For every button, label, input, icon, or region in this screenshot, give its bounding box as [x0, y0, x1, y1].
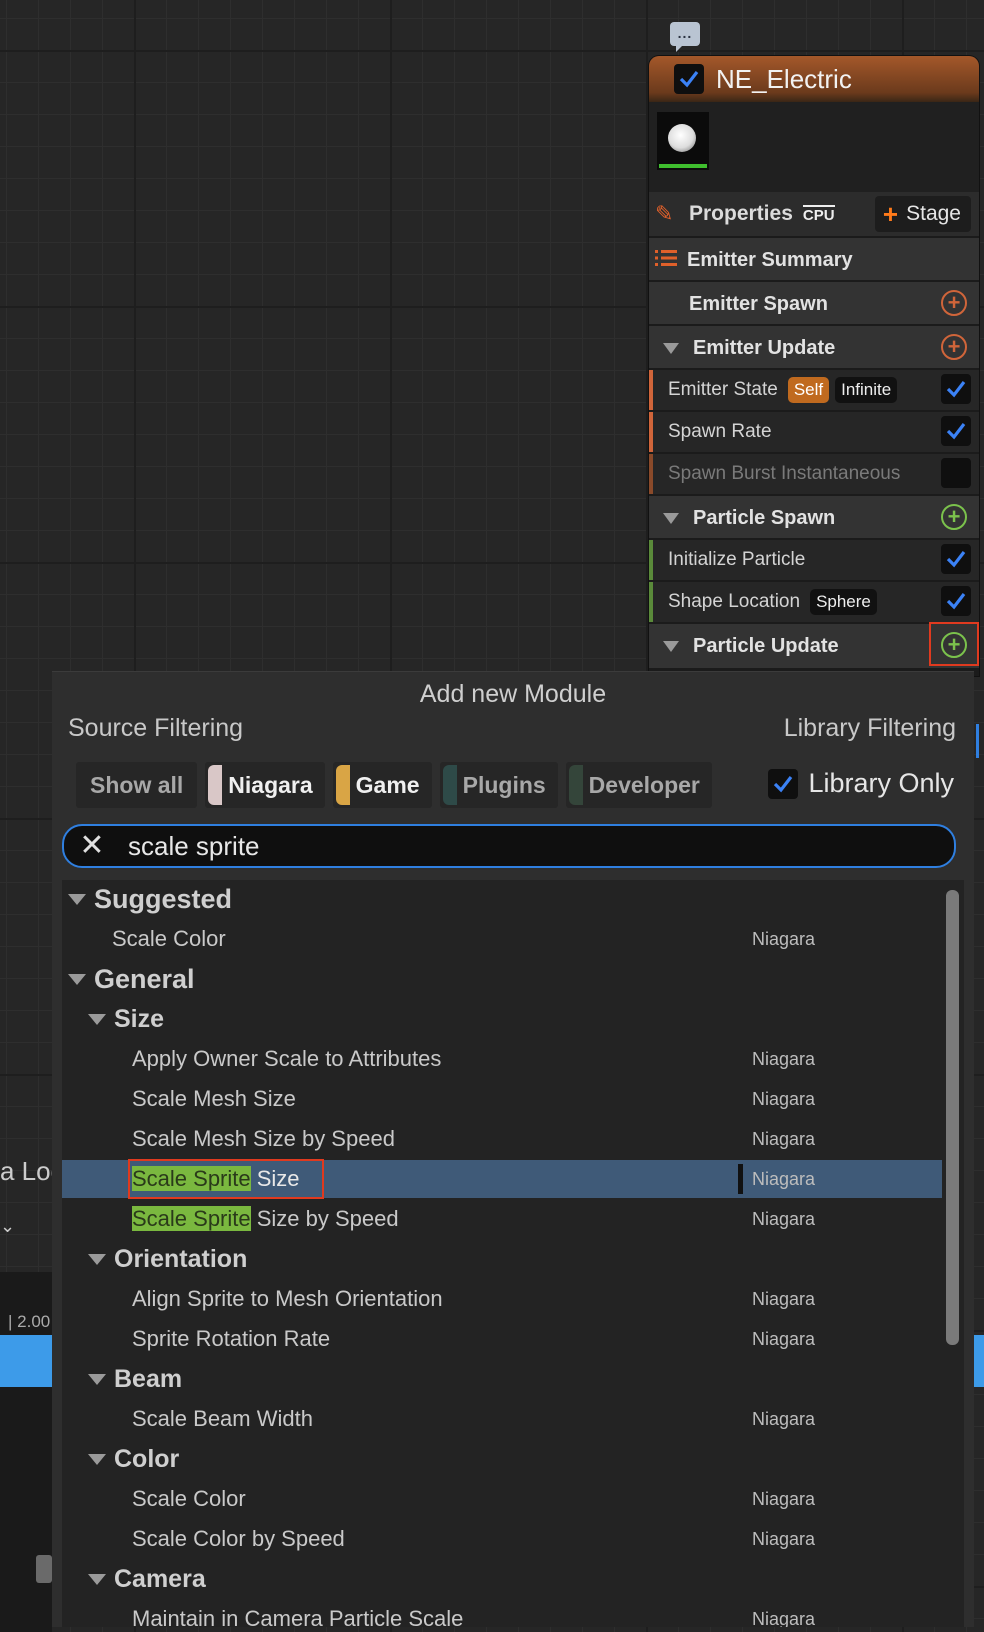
list-item[interactable]: Scale Beam Width Niagara [62, 1400, 942, 1438]
list-item[interactable]: Align Sprite to Mesh Orientation Niagara [62, 1280, 942, 1318]
source-filtering-label: Source Filtering [68, 714, 244, 742]
collapse-triangle-icon[interactable] [88, 1013, 106, 1025]
timeline-marker: | 2.00 [8, 1312, 51, 1331]
list-item[interactable]: Scale Color by Speed Niagara [62, 1520, 942, 1558]
collapse-triangle-icon[interactable] [88, 1373, 106, 1385]
source-filter-chips: Show all Niagara Game Plugins Developer [76, 762, 712, 808]
check-icon [946, 381, 966, 398]
module-enable-checkbox[interactable] [941, 586, 971, 616]
add-module-button[interactable]: + [941, 334, 967, 360]
particle-update-section[interactable]: Particle Update + [649, 622, 979, 668]
highlight-box [929, 622, 979, 666]
list-item[interactable]: Scale Mesh Size by Speed Niagara [62, 1120, 942, 1158]
list-item[interactable]: Scale Color Niagara [62, 1480, 942, 1518]
module-spawn-burst[interactable]: Spawn Burst Instantaneous [649, 452, 979, 494]
check-icon [946, 551, 966, 568]
collapse-triangle-icon[interactable] [68, 893, 86, 905]
search-match-highlight: Scale Sprite [132, 1206, 251, 1231]
pencil-icon: ✎ [655, 201, 674, 226]
list-item[interactable]: Scale Mesh Size Niagara [62, 1080, 942, 1118]
collapse-triangle-icon[interactable] [88, 1453, 106, 1465]
emitter-update-section[interactable]: Emitter Update + [649, 324, 979, 370]
check-icon [946, 593, 966, 610]
list-item[interactable]: Maintain in Camera Particle Scale Niagar… [62, 1600, 942, 1627]
list-item[interactable]: Scale Sprite Size by Speed Niagara [62, 1200, 942, 1238]
list-item[interactable]: Apply Owner Scale to Attributes Niagara [62, 1040, 942, 1078]
list-item-selected-scale-sprite-size[interactable]: Scale Sprite Size Niagara [62, 1159, 942, 1199]
module-enable-checkbox[interactable] [941, 544, 971, 574]
subcategory-orientation[interactable]: Orientation [62, 1240, 942, 1278]
module-search-box[interactable]: ✕ [62, 824, 956, 868]
timeline-track [0, 1335, 52, 1387]
library-only-toggle[interactable]: Library Only [768, 768, 954, 799]
filter-plugins[interactable]: Plugins [439, 762, 558, 808]
module-emitter-state[interactable]: Emitter State Self Infinite [649, 368, 979, 410]
emitter-header: NE_Electric [649, 56, 979, 102]
background-handle [36, 1555, 52, 1583]
module-list-scrollbar[interactable] [942, 880, 964, 1627]
collapse-triangle-icon[interactable] [663, 640, 679, 652]
self-badge: Self [787, 377, 830, 403]
scrollbar-thumb[interactable] [946, 890, 959, 1345]
module-list: Suggested Scale Color Niagara General Si… [62, 880, 942, 1627]
category-suggested[interactable]: Suggested [62, 880, 942, 918]
subcategory-camera[interactable]: Camera [62, 1560, 942, 1598]
module-shape-location[interactable]: Shape Location Sphere [649, 580, 979, 622]
library-filtering-label: Library Filtering [783, 714, 956, 742]
properties-label: Properties [689, 202, 793, 225]
emitter-spawn-section[interactable]: Emitter Spawn + [649, 280, 979, 326]
clear-search-icon[interactable]: ✕ [64, 831, 120, 861]
show-all-button[interactable]: Show all [76, 762, 198, 808]
emitter-enable-checkbox[interactable] [674, 64, 704, 94]
category-general[interactable]: General [62, 960, 942, 998]
chevron-down-icon: ⌄ [0, 1216, 16, 1236]
particle-spawn-section[interactable]: Particle Spawn + [649, 494, 979, 540]
highlight-box [128, 1159, 324, 1199]
filter-game[interactable]: Game [332, 762, 432, 808]
plus-icon: + [882, 198, 899, 229]
add-module-button[interactable]: + [941, 504, 967, 530]
sprite-preview-icon [668, 124, 696, 152]
module-search-input[interactable] [120, 830, 954, 862]
emitter-title: NE_Electric [716, 63, 852, 94]
collapse-triangle-icon[interactable] [88, 1573, 106, 1585]
subcategory-beam[interactable]: Beam [62, 1360, 942, 1398]
module-enable-checkbox[interactable] [941, 374, 971, 404]
check-icon [774, 775, 793, 792]
emitter-summary-section[interactable]: Emitter Summary [649, 236, 979, 282]
properties-row[interactable]: ✎ Properties CPU + Stage [649, 192, 979, 236]
emitter-node: NE_Electric ✎ Properties CPU + Stage Emi… [649, 56, 979, 676]
add-stage-button[interactable]: + Stage [874, 196, 971, 232]
module-enable-checkbox[interactable] [941, 416, 971, 446]
collapse-triangle-icon[interactable] [663, 342, 679, 354]
add-module-button[interactable]: + [941, 290, 967, 316]
add-module-popup: Add new Module Source Filtering Library … [52, 671, 974, 1627]
check-icon [679, 71, 699, 88]
filter-developer[interactable]: Developer [565, 762, 712, 808]
module-initialize-particle[interactable]: Initialize Particle [649, 538, 979, 580]
collapse-triangle-icon[interactable] [68, 973, 86, 985]
library-only-checkbox[interactable] [768, 768, 799, 799]
popup-title: Add new Module [419, 680, 607, 708]
sphere-badge: Sphere [810, 589, 877, 615]
renderer-thumbnail[interactable] [657, 112, 709, 170]
infinite-badge: Infinite [835, 377, 898, 403]
cpu-icon: CPU [802, 204, 835, 224]
collapse-triangle-icon[interactable] [663, 512, 679, 524]
subcategory-color[interactable]: Color [62, 1440, 942, 1478]
module-enable-checkbox[interactable] [941, 458, 971, 488]
background-accent [976, 724, 979, 758]
subcategory-size[interactable]: Size [62, 1000, 942, 1038]
filter-niagara[interactable]: Niagara [205, 762, 325, 808]
list-item[interactable]: Sprite Rotation Rate Niagara [62, 1320, 942, 1358]
check-icon [946, 423, 966, 440]
timeline-track-right [974, 1335, 984, 1387]
module-spawn-rate[interactable]: Spawn Rate [649, 410, 979, 452]
collapse-triangle-icon[interactable] [88, 1253, 106, 1265]
list-item[interactable]: Scale Color Niagara [62, 920, 942, 958]
comment-icon[interactable]: ... [670, 22, 700, 52]
list-icon [655, 249, 677, 272]
